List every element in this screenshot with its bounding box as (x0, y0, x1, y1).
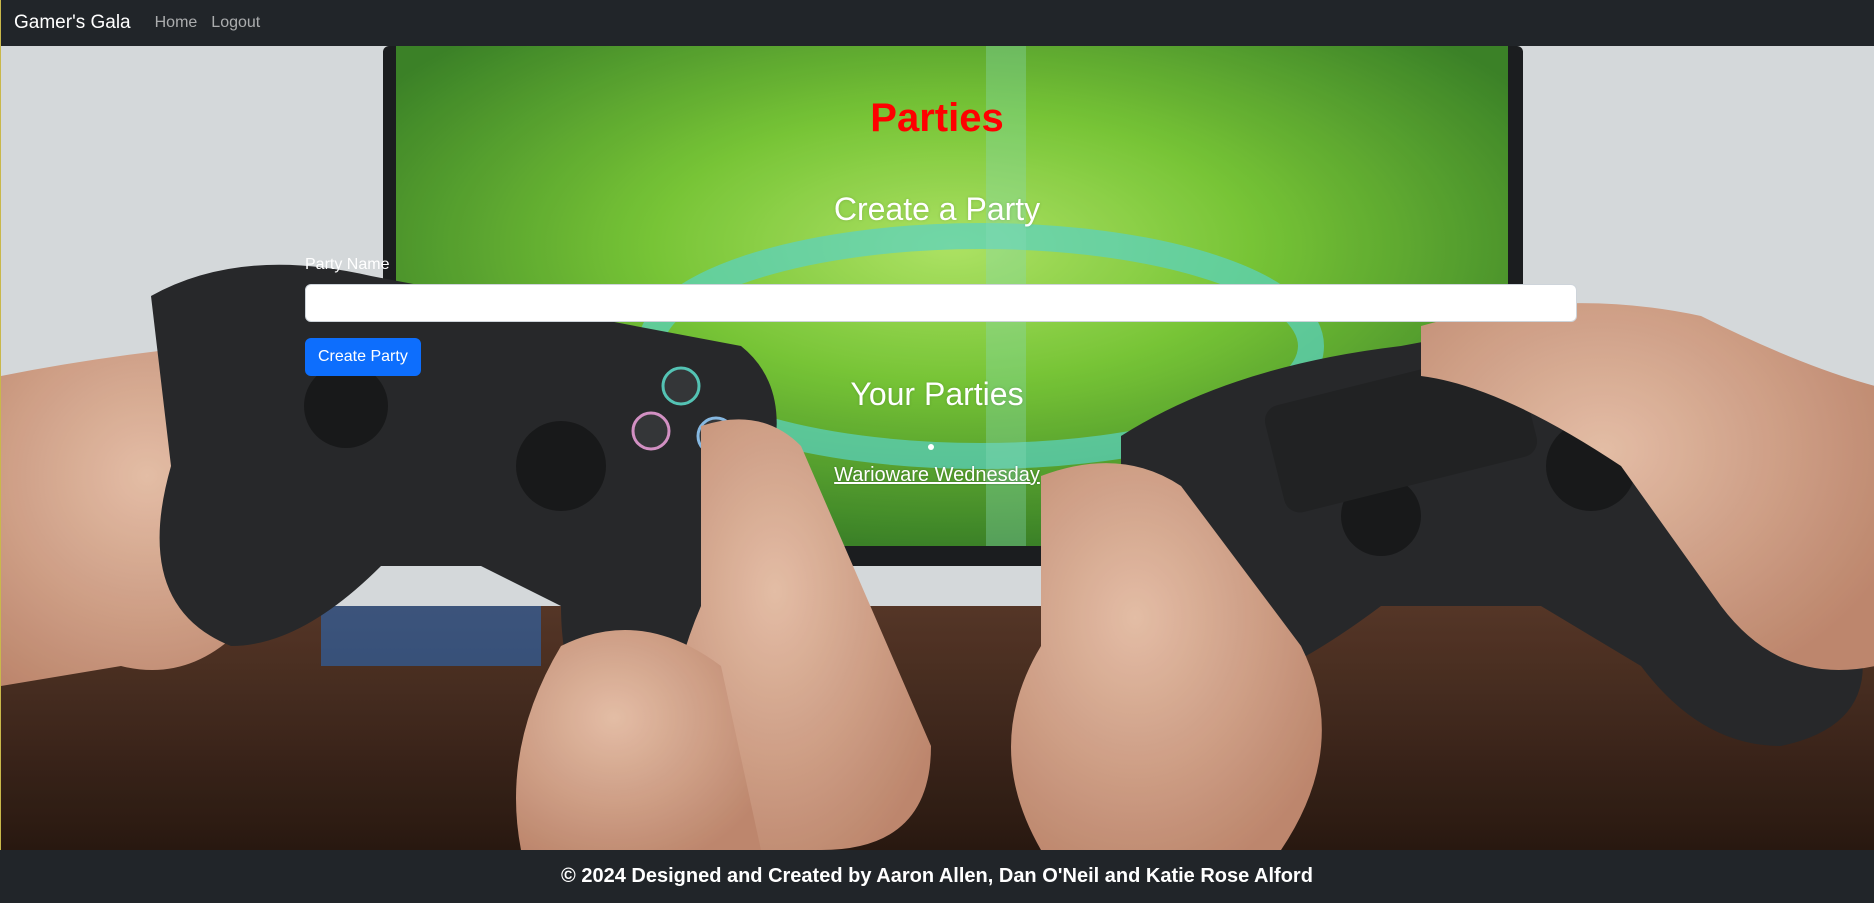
main-content: Parties Create a Party Party Name Create… (0, 46, 1874, 850)
create-party-heading: Create a Party (833, 191, 1041, 227)
page-title: Parties (870, 96, 1004, 140)
footer: © 2024 Designed and Created by Aaron All… (0, 850, 1874, 903)
nav-home-link[interactable]: Home (155, 14, 198, 32)
party-name-label: Party Name (305, 256, 390, 273)
create-party-button[interactable]: Create Party (305, 338, 421, 376)
list-item: Warioware Wednesday (0, 444, 1874, 487)
footer-credits: © 2024 Designed and Created by Aaron All… (561, 865, 1313, 887)
your-parties-heading: Your Parties (850, 376, 1024, 412)
party-link[interactable]: Warioware Wednesday (834, 464, 1040, 487)
brand-link[interactable]: Gamer's Gala (14, 12, 131, 34)
bullet-icon (928, 444, 934, 450)
nav-logout-link[interactable]: Logout (211, 14, 260, 32)
party-name-input[interactable] (305, 284, 1577, 322)
party-list: Warioware Wednesday (0, 444, 1874, 487)
top-navbar: Gamer's Gala Home Logout (0, 0, 1874, 46)
